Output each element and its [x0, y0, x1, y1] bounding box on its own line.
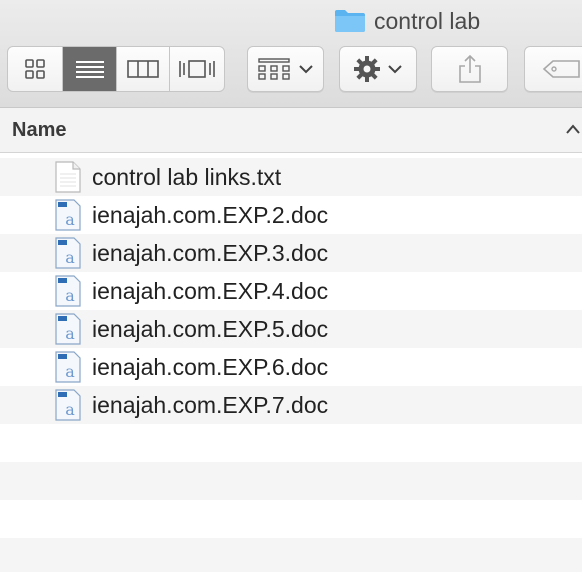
name-column-header[interactable]: Name — [12, 119, 66, 142]
action-button[interactable] — [339, 46, 417, 92]
svg-text:a: a — [65, 286, 75, 305]
coverflow-icon — [179, 60, 216, 78]
list-icon — [75, 61, 104, 78]
svg-text:a: a — [65, 210, 75, 229]
file-row[interactable]: a ienajah.com.EXP.5.doc — [0, 310, 582, 348]
svg-text:a: a — [65, 324, 75, 343]
file-name: ienajah.com.EXP.4.doc — [92, 278, 329, 304]
tag-button[interactable] — [524, 46, 582, 92]
file-name: ienajah.com.EXP.2.doc — [92, 202, 329, 228]
text-file-icon — [55, 161, 81, 193]
tag-icon — [542, 60, 580, 78]
arrange-button[interactable] — [247, 46, 324, 92]
window-title: control lab — [334, 6, 480, 36]
word-doc-icon: a — [55, 199, 81, 231]
file-name: ienajah.com.EXP.7.doc — [92, 392, 329, 418]
empty-row — [0, 462, 582, 500]
chevron-down-icon — [298, 65, 313, 74]
view-mode-control — [7, 46, 225, 92]
window-title-label: control lab — [374, 7, 481, 34]
sort-ascending-icon[interactable] — [565, 123, 581, 135]
file-row[interactable]: a ienajah.com.EXP.7.doc — [0, 386, 582, 424]
share-button[interactable] — [431, 46, 508, 92]
finder-window: control lab Name control lab links.txt a… — [0, 0, 582, 572]
word-doc-icon: a — [55, 389, 81, 421]
column-view-button[interactable] — [117, 47, 171, 91]
empty-row — [0, 424, 582, 462]
file-row[interactable]: a ienajah.com.EXP.2.doc — [0, 196, 582, 234]
empty-row — [0, 538, 582, 572]
column-header[interactable]: Name — [0, 108, 582, 153]
folder-icon — [334, 9, 366, 33]
gear-icon — [354, 56, 380, 82]
file-name: ienajah.com.EXP.6.doc — [92, 354, 329, 380]
file-row[interactable]: a ienajah.com.EXP.4.doc — [0, 272, 582, 310]
word-doc-icon: a — [55, 237, 81, 269]
chevron-down-icon — [388, 65, 402, 74]
word-doc-icon: a — [55, 275, 81, 307]
file-list: control lab links.txt a ienajah.com.EXP.… — [0, 158, 582, 572]
arrange-icon — [257, 58, 290, 80]
toolbar: control lab — [0, 0, 582, 108]
word-doc-icon: a — [55, 351, 81, 383]
share-icon — [458, 54, 481, 83]
grid-icon — [25, 59, 46, 79]
list-view-button[interactable] — [63, 47, 117, 91]
svg-text:a: a — [65, 400, 75, 419]
coverflow-view-button[interactable] — [170, 47, 224, 91]
file-name: control lab links.txt — [92, 164, 282, 190]
file-row[interactable]: control lab links.txt — [0, 158, 582, 196]
file-name: ienajah.com.EXP.3.doc — [92, 240, 329, 266]
file-row[interactable]: a ienajah.com.EXP.6.doc — [0, 348, 582, 386]
icon-view-button[interactable] — [8, 47, 64, 91]
empty-row — [0, 500, 582, 538]
word-doc-icon: a — [55, 313, 81, 345]
svg-text:a: a — [65, 362, 75, 381]
svg-text:a: a — [65, 248, 75, 267]
file-name: ienajah.com.EXP.5.doc — [92, 316, 329, 342]
file-row[interactable]: a ienajah.com.EXP.3.doc — [0, 234, 582, 272]
columns-icon — [127, 60, 160, 78]
